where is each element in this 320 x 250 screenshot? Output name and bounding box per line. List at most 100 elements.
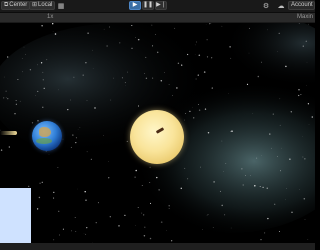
star [0,149,3,151]
star [144,226,146,228]
star [224,214,226,216]
star [299,189,300,190]
star [277,156,278,157]
star [42,71,44,73]
star [28,185,30,188]
maximize-toggle[interactable]: Maxin [297,13,313,22]
star [196,41,198,43]
star [278,32,280,34]
pivot-local-toggle[interactable]: ⊞ Local [29,1,56,10]
pivot-center-toggle[interactable]: ⧉ Center [1,1,31,10]
star [156,176,158,179]
star [212,227,214,228]
account-button[interactable]: Account [288,1,315,10]
star [86,227,88,229]
star [75,137,77,139]
star [264,232,266,234]
star [85,233,87,235]
star [8,146,10,148]
star [43,87,45,89]
step-icon: ▶❘ [156,2,166,8]
star [113,77,114,79]
star [306,61,308,63]
star [42,79,44,81]
overlay-panel [0,188,31,243]
star [52,30,54,32]
snap-icon[interactable]: ▦ [56,1,66,10]
star [118,225,120,227]
star [23,46,25,48]
star [207,131,210,134]
star [298,94,300,97]
star [176,87,178,89]
zoom-label[interactable]: 1x [47,13,53,22]
star [85,61,87,64]
star [186,53,189,56]
play-button[interactable]: ▶ [129,1,141,10]
star [172,95,173,96]
star [225,163,227,164]
star [197,74,199,76]
star [206,214,208,216]
scene-view-bar: 1x Maxin [0,13,315,23]
earth-planet[interactable] [32,121,62,151]
star [141,185,143,186]
star [184,167,186,169]
pause-button[interactable]: ❚❚ [142,1,154,10]
spaceship-object[interactable] [155,127,165,134]
star [160,80,163,82]
star [15,99,17,101]
star [124,214,126,217]
star [137,105,140,107]
star [281,147,282,149]
scene-viewport[interactable] [0,23,315,243]
star [53,197,55,199]
star [298,23,300,24]
star [304,158,306,160]
star [53,239,55,241]
star [206,56,209,58]
comet-object[interactable] [0,131,17,135]
star [141,212,143,214]
star [137,207,139,208]
star [306,85,307,87]
sun-object[interactable] [130,110,184,164]
star [103,135,104,136]
star [3,76,5,78]
account-label: Account [291,2,313,8]
star [46,59,48,61]
star [158,189,160,191]
star [274,203,276,205]
star [174,27,176,29]
star [135,225,136,226]
star [7,56,9,58]
star [3,97,5,99]
step-button[interactable]: ▶❘ [155,1,167,10]
star [70,146,72,148]
star [231,130,233,132]
star [164,71,165,73]
star [302,156,304,158]
star [149,166,151,168]
star [145,56,147,58]
center-icon: ⧉ [4,2,9,8]
star [7,98,9,100]
star [168,205,170,207]
star [119,42,121,44]
gear-icon[interactable]: ⚙ [261,1,271,10]
star [221,204,223,207]
star [58,234,60,236]
star [72,134,74,136]
star [94,107,96,109]
cloud-icon[interactable]: ☁ [276,1,286,10]
star [198,109,201,111]
star [271,147,272,149]
star [191,107,193,108]
star [22,71,23,73]
star [277,51,278,52]
star [5,97,7,99]
star [124,82,126,84]
star [168,83,170,85]
star [204,108,207,110]
star [279,98,281,100]
